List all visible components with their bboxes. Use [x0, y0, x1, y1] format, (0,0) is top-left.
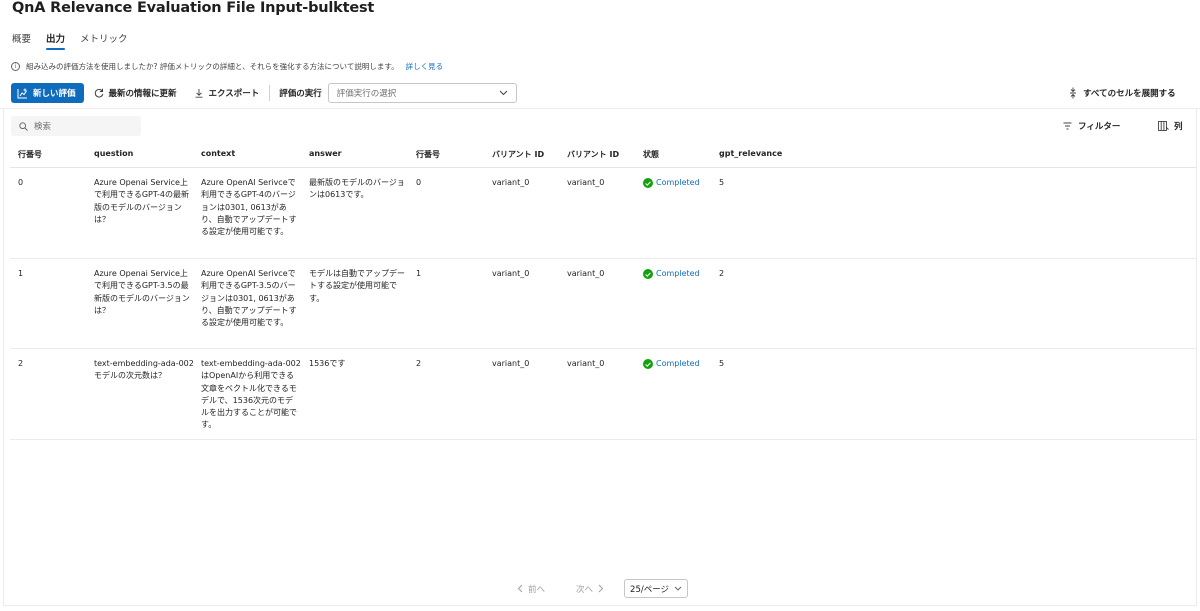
search-input[interactable]: 検索	[11, 116, 141, 136]
cell-row: 1	[18, 269, 24, 278]
toolbar: 新しい評価 最新の情報に更新 エクスポート 評価の実行 評価実行の選択	[11, 83, 517, 103]
column-header-status[interactable]: 状態	[643, 149, 659, 160]
column-header-gpt-relevance[interactable]: gpt_relevance	[719, 149, 782, 158]
search-placeholder: 検索	[34, 122, 52, 132]
cell-answer: 1536です	[309, 359, 346, 368]
search-icon	[19, 121, 28, 131]
column-header-answer[interactable]: answer	[309, 149, 342, 158]
page-size-value: 25/ページ	[630, 584, 670, 595]
status-text: Completed	[656, 359, 700, 368]
learn-more-link[interactable]: 詳しく見る	[406, 61, 444, 72]
cell-question: text-embedding-ada-002モデルの次元数は？	[94, 359, 194, 381]
filter-icon	[1063, 122, 1072, 130]
tab-overview[interactable]: 概要	[12, 31, 31, 50]
check-circle-icon	[643, 178, 653, 189]
cell-variant-id: variant_0	[492, 269, 530, 278]
tab-output[interactable]: 出力	[46, 31, 66, 50]
results-table: 行番号 question context answer 行番号 バリアント ID…	[10, 140, 1196, 440]
cell-answer: 最新版のモデルのバージョンは0613です。	[309, 178, 405, 200]
column-header-row[interactable]: 行番号	[18, 149, 42, 160]
tab-bar: 概要 出力 メトリック	[12, 31, 128, 50]
cell-context: Azure OpenAI Serivceで利用できるGPT-4のバージョンは03…	[201, 178, 297, 237]
cell-variant-id-2: variant_0	[567, 359, 605, 368]
expand-all-cells-button[interactable]: すべてのセルを展開する	[1069, 87, 1176, 99]
info-icon: i	[11, 62, 20, 71]
tab-metrics[interactable]: メトリック	[80, 31, 128, 50]
column-header-line-number[interactable]: 行番号	[416, 149, 440, 160]
cell-row: 2	[18, 359, 24, 368]
cell-context: Azure OpenAI Serivceで利用できるGPT-3.5のバージョンは…	[201, 269, 297, 328]
cell-answer: モデルは自動でアップデートする設定が使用可能です。	[309, 269, 405, 303]
download-icon	[195, 89, 203, 98]
column-header-question[interactable]: question	[94, 149, 133, 158]
panel-border-bottom	[3, 605, 1197, 606]
cell-row: 0	[18, 178, 24, 187]
previous-label: 前へ	[528, 584, 546, 595]
eval-run-select[interactable]: 評価実行の選択	[327, 83, 517, 103]
table-row[interactable]: 0 Azure Openai Service上で利用できるGPT-4の最新版のモ…	[10, 168, 1196, 259]
export-button[interactable]: エクスポート	[194, 87, 260, 99]
chevron-down-icon	[674, 586, 682, 591]
chevron-right-icon	[598, 584, 604, 593]
check-circle-icon	[643, 269, 653, 280]
columns-icon	[1158, 121, 1169, 131]
cell-variant-id: variant_0	[492, 359, 530, 368]
cell-line-number: 1	[416, 269, 422, 278]
eval-run-label: 評価の実行	[279, 89, 322, 99]
cell-context: text-embedding-ada-002はOpenAIから利用できる文章をベ…	[201, 359, 301, 430]
refresh-label: 最新の情報に更新	[108, 89, 177, 99]
cell-line-number: 0	[416, 178, 422, 187]
table-header: 行番号 question context answer 行番号 バリアント ID…	[10, 140, 1196, 168]
columns-button[interactable]: 列	[1158, 120, 1183, 132]
expand-vertical-icon	[1070, 87, 1076, 99]
column-header-context[interactable]: context	[201, 149, 235, 158]
chevron-left-icon	[517, 584, 523, 593]
refresh-icon	[94, 88, 103, 98]
next-label: 次へ	[576, 584, 594, 595]
cell-variant-id: variant_0	[492, 178, 530, 187]
next-page-button[interactable]: 次へ	[576, 583, 604, 595]
panel-border-left	[3, 108, 4, 606]
refresh-button[interactable]: 最新の情報に更新	[94, 87, 177, 99]
table-row[interactable]: 2 text-embedding-ada-002モデルの次元数は？ text-e…	[10, 349, 1196, 440]
panel-divider	[0, 108, 1200, 109]
column-header-variant-id-2[interactable]: バリアント ID	[567, 149, 619, 160]
check-circle-icon	[643, 359, 653, 370]
cell-gpt-relevance: 5	[719, 359, 725, 368]
table-row[interactable]: 1 Azure Openai Service上で利用できるGPT-3.5の最新版…	[10, 259, 1196, 349]
export-label: エクスポート	[208, 89, 260, 99]
chevron-down-icon	[499, 90, 508, 96]
cell-gpt-relevance: 2	[719, 269, 725, 278]
info-banner: i 組み込みの評価方法を使用しましたか? 評価メトリックの詳細と、それらを強化す…	[11, 61, 443, 72]
new-evaluation-button[interactable]: 新しい評価	[11, 83, 84, 103]
status-text: Completed	[656, 178, 700, 187]
cell-variant-id-2: variant_0	[567, 269, 605, 278]
cell-question: Azure Openai Service上で利用できるGPT-4の最新版のモデル…	[94, 178, 189, 224]
cell-variant-id-2: variant_0	[567, 178, 605, 187]
status-badge: Completed	[643, 358, 700, 370]
new-evaluation-label: 新しい評価	[33, 89, 76, 99]
status-text: Completed	[656, 269, 700, 278]
toolbar-divider	[269, 85, 271, 101]
columns-label: 列	[1174, 122, 1183, 132]
filter-button[interactable]: フィルター	[1063, 120, 1120, 132]
info-text: 組み込みの評価方法を使用しましたか? 評価メトリックの詳細と、それらを強化する方…	[26, 62, 399, 71]
expand-all-label: すべてのセルを展開する	[1083, 89, 1176, 99]
column-header-variant-id[interactable]: バリアント ID	[492, 149, 544, 160]
status-badge: Completed	[643, 268, 700, 280]
page-size-select[interactable]: 25/ページ	[624, 579, 689, 598]
pagination: 前へ 次へ 25/ページ	[517, 579, 689, 598]
cell-gpt-relevance: 5	[719, 178, 725, 187]
chart-add-icon	[17, 88, 27, 98]
filter-label: フィルター	[1078, 122, 1121, 132]
cell-question: Azure Openai Service上で利用できるGPT-3.5の最新版のモ…	[94, 269, 190, 315]
previous-page-button[interactable]: 前へ	[517, 583, 545, 595]
status-badge: Completed	[643, 177, 700, 189]
cell-line-number: 2	[416, 359, 422, 368]
eval-run-placeholder: 評価実行の選択	[336, 89, 397, 99]
panel-border-right	[1196, 108, 1197, 606]
page-title: QnA Relevance Evaluation File Input-bulk…	[12, 0, 375, 16]
